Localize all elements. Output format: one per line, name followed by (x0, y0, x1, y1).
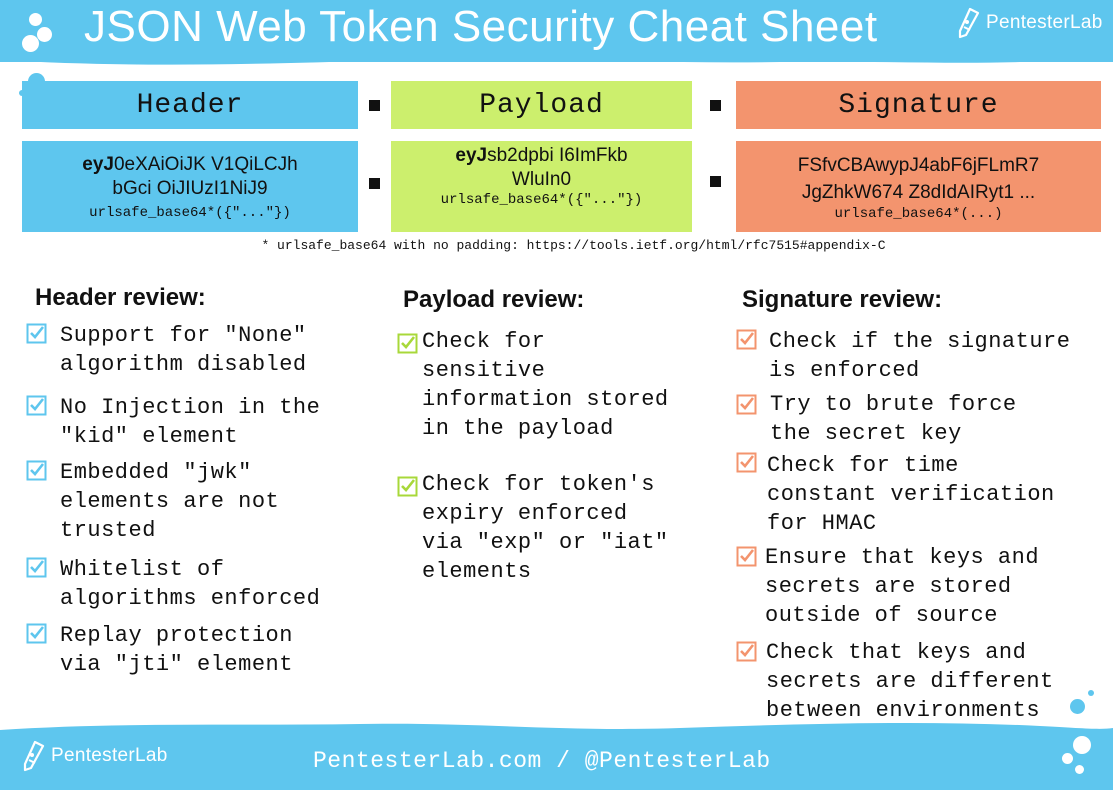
brand-name: PentesterLab (986, 12, 1103, 33)
brand-logo-bottom[interactable]: PentesterLab (21, 740, 168, 772)
footer-link[interactable]: PentesterLab.com / @PentesterLab (313, 748, 771, 774)
header-review-title: Header review: (35, 284, 206, 311)
checkbox-checked-icon[interactable] (736, 641, 757, 662)
bubble-decoration (1073, 736, 1091, 754)
payload-encoding: urlsafe_base64*({"..."}) (440, 192, 643, 208)
payload-review-item: Check for sensitive information stored in t… (397, 327, 669, 443)
header-label-box: Header (22, 81, 358, 129)
signature-token-line2: JgZhkW674 Z8dIdAIRyt1 ... (801, 181, 1036, 203)
bubble-decoration (22, 35, 39, 52)
header-review-item: No Injection in the "kid" element (26, 393, 320, 451)
payload-token-line2: WluIn0 (511, 169, 572, 190)
separator-dot (710, 176, 721, 187)
signature-label-box: Signature (736, 81, 1101, 129)
header-review-item: Support for "None" algorithm disabled (26, 321, 307, 379)
bubble-decoration (1075, 765, 1084, 774)
checkbox-checked-icon[interactable] (736, 546, 757, 567)
checkbox-checked-icon[interactable] (26, 623, 47, 644)
pen-flask-icon (23, 740, 45, 772)
checkbox-checked-icon[interactable] (26, 557, 47, 578)
checkbox-checked-icon[interactable] (397, 333, 418, 354)
checkbox-checked-icon[interactable] (397, 476, 418, 497)
payload-token-box: eyJsb2dpbi I6ImFkb WluIn0 urlsafe_base64… (391, 141, 692, 232)
signature-label: Signature (838, 89, 999, 121)
signature-review-item: Check for time constant verification for H… (736, 451, 1055, 538)
separator-dot (710, 100, 721, 111)
payload-review-title: Payload review: (403, 286, 585, 313)
payload-review-item: Check for token's expiry enforced via "exp… (397, 470, 669, 586)
checkbox-checked-icon[interactable] (26, 323, 47, 344)
signature-review-item: Ensure that keys and secrets are stored ou… (736, 543, 1039, 630)
bubble-decoration (1070, 699, 1085, 714)
signature-encoding: urlsafe_base64*(...) (834, 205, 1003, 222)
checkbox-checked-icon[interactable] (736, 452, 757, 473)
header-review-item: Replay protection via "jti" element (26, 621, 293, 679)
pen-flask-icon (958, 7, 980, 39)
checkbox-checked-icon[interactable] (26, 395, 47, 416)
separator-dot (369, 100, 380, 111)
signature-review-item: Check if the signature is enforced (736, 327, 1070, 385)
header-label: Header (136, 89, 244, 121)
footnote: * urlsafe_base64 with no padding: https:… (261, 238, 886, 253)
payload-token-line1: eyJsb2dpbi I6ImFkb (455, 145, 628, 166)
separator-dot (369, 178, 380, 189)
checkbox-checked-icon[interactable] (736, 394, 757, 415)
signature-token-line1: FSfvCBAwypJ4abF6jFLmR7 (797, 154, 1040, 176)
bubble-decoration (29, 13, 42, 26)
payload-label-box: Payload (391, 81, 692, 129)
bubble-decoration (1088, 690, 1094, 696)
header-token-line1: eyJ0eXAiOiJK V1QiLCJh (82, 153, 298, 175)
header-review-item: Embedded "jwk" elements are not trusted (26, 458, 279, 545)
brand-logo-top[interactable]: PentesterLab (956, 7, 1103, 39)
signature-token-box: FSfvCBAwypJ4abF6jFLmR7 JgZhkW674 Z8dIdAI… (736, 141, 1101, 232)
signature-review-item: Try to brute force the secret key (736, 390, 1017, 448)
checkbox-checked-icon[interactable] (26, 460, 47, 481)
payload-label: Payload (479, 89, 604, 121)
bubble-decoration (37, 27, 52, 42)
bubble-decoration (1062, 753, 1073, 764)
signature-review-title: Signature review: (742, 286, 943, 313)
checkbox-checked-icon[interactable] (736, 329, 757, 350)
header-token-line2: bGci OiJIUzI1NiJ9 (112, 177, 268, 199)
brand-name: PentesterLab (51, 745, 168, 766)
header-token-box: eyJ0eXAiOiJK V1QiLCJh bGci OiJIUzI1NiJ9 … (22, 141, 358, 232)
page-title: JSON Web Token Security Cheat Sheet (84, 2, 878, 51)
header-review-item: Whitelist of algorithms enforced (26, 555, 320, 613)
header-encoding: urlsafe_base64*({"..."}) (89, 204, 291, 221)
